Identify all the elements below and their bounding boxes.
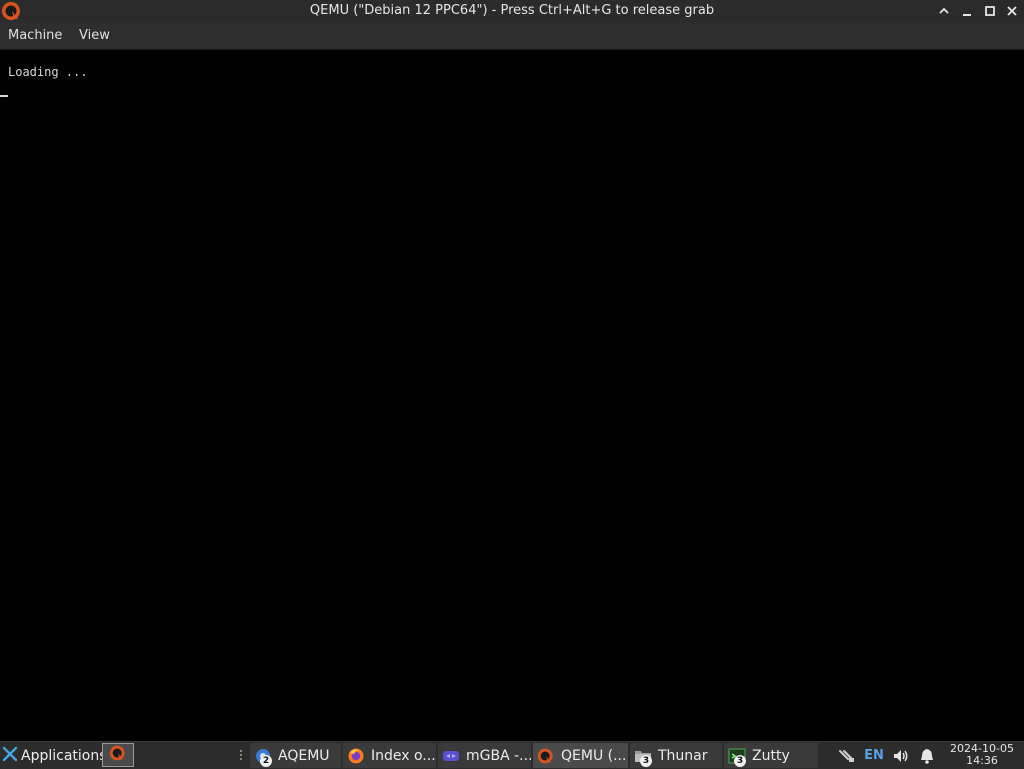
window-title: QEMU ("Debian 12 PPC64") - Press Ctrl+Al… (309, 3, 715, 18)
separator-handle[interactable] (240, 750, 243, 761)
terminal-icon: 3 (728, 747, 746, 767)
taskbar: Applications 2 AQEMU Index o... mGBA -..… (0, 741, 1024, 769)
firefox-icon (347, 747, 365, 765)
task-aqemu[interactable]: 2 AQEMU (250, 743, 341, 768)
minimize-icon[interactable] (958, 2, 976, 20)
task-label: AQEMU (278, 747, 330, 764)
guest-display[interactable]: Loading ... (0, 50, 1024, 740)
clock-time: 14:36 (966, 754, 998, 767)
close-icon[interactable] (1003, 2, 1021, 20)
shade-icon[interactable] (935, 2, 953, 20)
menu-machine[interactable]: Machine (8, 28, 62, 43)
qemu-window: QEMU ("Debian 12 PPC64") - Press Ctrl+Al… (0, 0, 1024, 741)
menu-view[interactable]: View (79, 28, 110, 43)
task-label: Thunar (658, 747, 708, 764)
menu-bar: Machine View (0, 22, 1024, 50)
task-count-badge: 2 (260, 754, 272, 767)
task-label: Zutty (752, 747, 790, 764)
volume-icon[interactable] (889, 742, 913, 769)
xfce-icon (2, 746, 18, 766)
qemu-icon (537, 747, 555, 765)
qemu-icon (109, 744, 127, 766)
title-bar[interactable]: QEMU ("Debian 12 PPC64") - Press Ctrl+Al… (0, 0, 1024, 22)
mgba-icon (442, 747, 460, 765)
task-label: Index o... (371, 747, 436, 764)
task-firefox[interactable]: Index o... (343, 743, 436, 768)
aqemu-icon: 2 (254, 747, 272, 767)
task-zutty[interactable]: 3 Zutty (724, 743, 818, 768)
applications-menu-button[interactable]: Applications (0, 742, 107, 769)
text-cursor (0, 95, 8, 97)
network-icon[interactable] (836, 742, 858, 769)
task-qemu[interactable]: QEMU (... (533, 743, 628, 768)
qemu-launcher[interactable] (102, 743, 134, 767)
folder-icon: 3 (634, 747, 652, 767)
keyboard-layout-indicator[interactable]: EN (861, 742, 887, 769)
task-label: mGBA -... (466, 747, 531, 764)
clock[interactable]: 2024-10-05 14:36 (946, 743, 1018, 767)
task-mgba[interactable]: mGBA -... (438, 743, 531, 768)
task-label: QEMU (... (561, 747, 627, 764)
console-output: Loading ... (8, 65, 88, 79)
maximize-icon[interactable] (981, 2, 999, 20)
task-count-badge: 3 (640, 754, 652, 767)
notification-bell-icon[interactable] (916, 742, 938, 769)
applications-label: Applications (21, 747, 107, 764)
task-count-badge: 3 (734, 754, 746, 767)
task-thunar[interactable]: 3 Thunar (630, 743, 722, 768)
